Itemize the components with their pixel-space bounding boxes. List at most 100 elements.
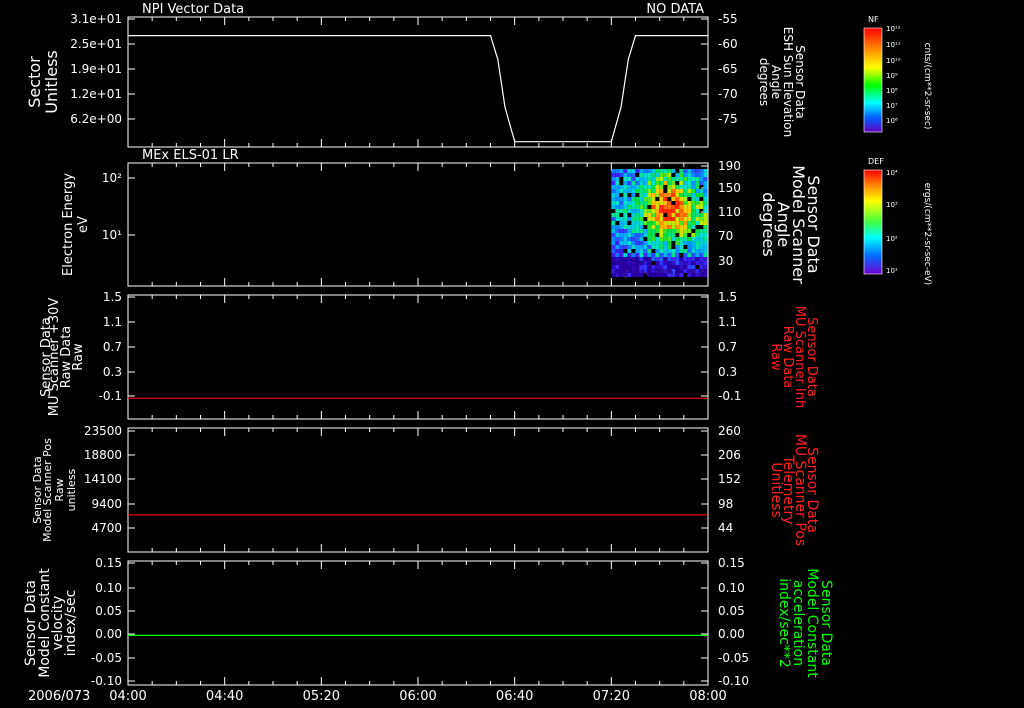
heatmap-cell: [651, 221, 656, 225]
heatmap-cell: [639, 177, 644, 181]
heatmap-cell: [699, 233, 704, 237]
heatmap-cell: [615, 177, 620, 181]
heatmap-cell: [635, 185, 640, 189]
heatmap-cell: [615, 185, 620, 189]
y-tick-label-right: 206: [718, 448, 741, 462]
heatmap-cell: [615, 169, 620, 173]
heatmap-cell: [695, 217, 700, 221]
heatmap-cell: [665, 270, 669, 273]
heatmap-cell: [647, 257, 652, 261]
heatmap-cell: [671, 265, 676, 269]
heatmap-cell: [687, 205, 692, 209]
heatmap-cell: [647, 249, 652, 253]
heatmap-cell: [623, 185, 628, 189]
heatmap-cell: [698, 272, 702, 275]
heatmap-cell: [635, 241, 640, 245]
heatmap-cell: [615, 189, 620, 193]
heatmap-cell: [683, 221, 688, 225]
heatmap-cell: [699, 217, 704, 221]
heatmap-cell: [691, 245, 696, 249]
heatmap-cell: [659, 257, 664, 261]
heatmap-cell: [647, 261, 652, 265]
heatmap-cell: [655, 173, 660, 177]
heatmap-cell: [671, 185, 676, 189]
heatmap-cell: [703, 265, 708, 269]
heatmap-cell: [667, 193, 672, 197]
heatmap-cell: [623, 189, 628, 193]
heatmap-cell: [645, 272, 649, 275]
heatmap-cell: [647, 241, 652, 245]
heatmap-cell: [695, 209, 700, 213]
heatmap-cell: [647, 181, 652, 185]
heatmap-cell: [643, 241, 648, 245]
heatmap-cell: [675, 173, 680, 177]
y-tick-label-right: 152: [718, 472, 741, 486]
heatmap-cell: [635, 249, 640, 253]
heatmap-cell: [643, 257, 648, 261]
heatmap-cell: [655, 241, 660, 245]
heatmap-cell: [655, 237, 660, 241]
heatmap-cell: [703, 201, 708, 205]
heatmap-cell: [627, 189, 632, 193]
heatmap-cell: [695, 257, 700, 261]
heatmap-cell: [699, 169, 704, 173]
heatmap-cell: [659, 261, 664, 265]
heatmap-cell: [659, 197, 664, 201]
heatmap-cell: [695, 201, 700, 205]
heatmap-cell: [635, 229, 640, 233]
heatmap-cell: [619, 257, 624, 261]
heatmap-cell: [679, 173, 684, 177]
heatmap-cell: [687, 193, 692, 197]
heatmap-cell: [631, 269, 636, 273]
heatmap-cell: [631, 205, 636, 209]
x-tick-label: 06:00: [399, 689, 436, 704]
heatmap-cell: [699, 253, 704, 257]
heatmap-cell: [691, 217, 696, 221]
colorbar-label: NF: [868, 15, 879, 24]
y-tick-label-right: -60: [718, 37, 738, 51]
heatmap-cell: [695, 169, 700, 173]
heatmap-cell: [611, 273, 616, 277]
y-tick-label-left: -0.10: [91, 674, 122, 688]
colorbar-label: DEF: [868, 157, 884, 166]
heatmap-cell: [619, 253, 624, 257]
heatmap-cell: [643, 193, 648, 197]
heatmap-cell: [703, 173, 708, 177]
heatmap-cell: [671, 213, 676, 217]
heatmap-cell: [671, 233, 676, 237]
heatmap-cell: [611, 245, 616, 249]
heatmap-cell: [675, 205, 680, 209]
heatmap-cell: [667, 209, 672, 213]
heatmap-cell: [643, 189, 648, 193]
heatmap-cell: [667, 201, 672, 205]
y-tick-label-left: 10¹: [102, 228, 122, 242]
heatmap-cell: [671, 181, 676, 185]
heatmap-cell: [619, 233, 624, 237]
heatmap-cell: [623, 225, 628, 229]
heatmap-cell: [647, 213, 652, 217]
y-tick-label-right: 150: [718, 181, 741, 195]
heatmap-cell: [639, 205, 644, 209]
panel-2: MEx ELS-01 LR 10² 10¹ 190 150 110 70 30 Electron…: [61, 148, 823, 287]
heatmap-cell: [699, 261, 704, 265]
heatmap-cell: [687, 225, 692, 229]
heatmap-cell: [635, 253, 640, 257]
heatmap-cell: [695, 229, 700, 233]
heatmap-cell: [623, 245, 628, 249]
heatmap-cell: [659, 253, 664, 257]
heatmap-cell: [695, 253, 700, 257]
heatmap-cell: [687, 221, 692, 225]
y-tick-label-left: 2.5e+01: [70, 37, 122, 51]
heatmap-cell: [683, 185, 688, 189]
heatmap-cell: [639, 233, 644, 237]
heatmap-cell: [611, 229, 616, 233]
heatmap-cell: [679, 185, 684, 189]
heatmap-cell: [631, 185, 636, 189]
heatmap-cell: [663, 229, 668, 233]
heatmap-cell: [623, 237, 628, 241]
heatmap-cell: [701, 269, 705, 272]
heatmap-cell: [659, 201, 664, 205]
heatmap-cell: [659, 221, 664, 225]
y-tick-label-left: 4700: [91, 521, 122, 535]
heatmap-cell: [635, 233, 640, 237]
